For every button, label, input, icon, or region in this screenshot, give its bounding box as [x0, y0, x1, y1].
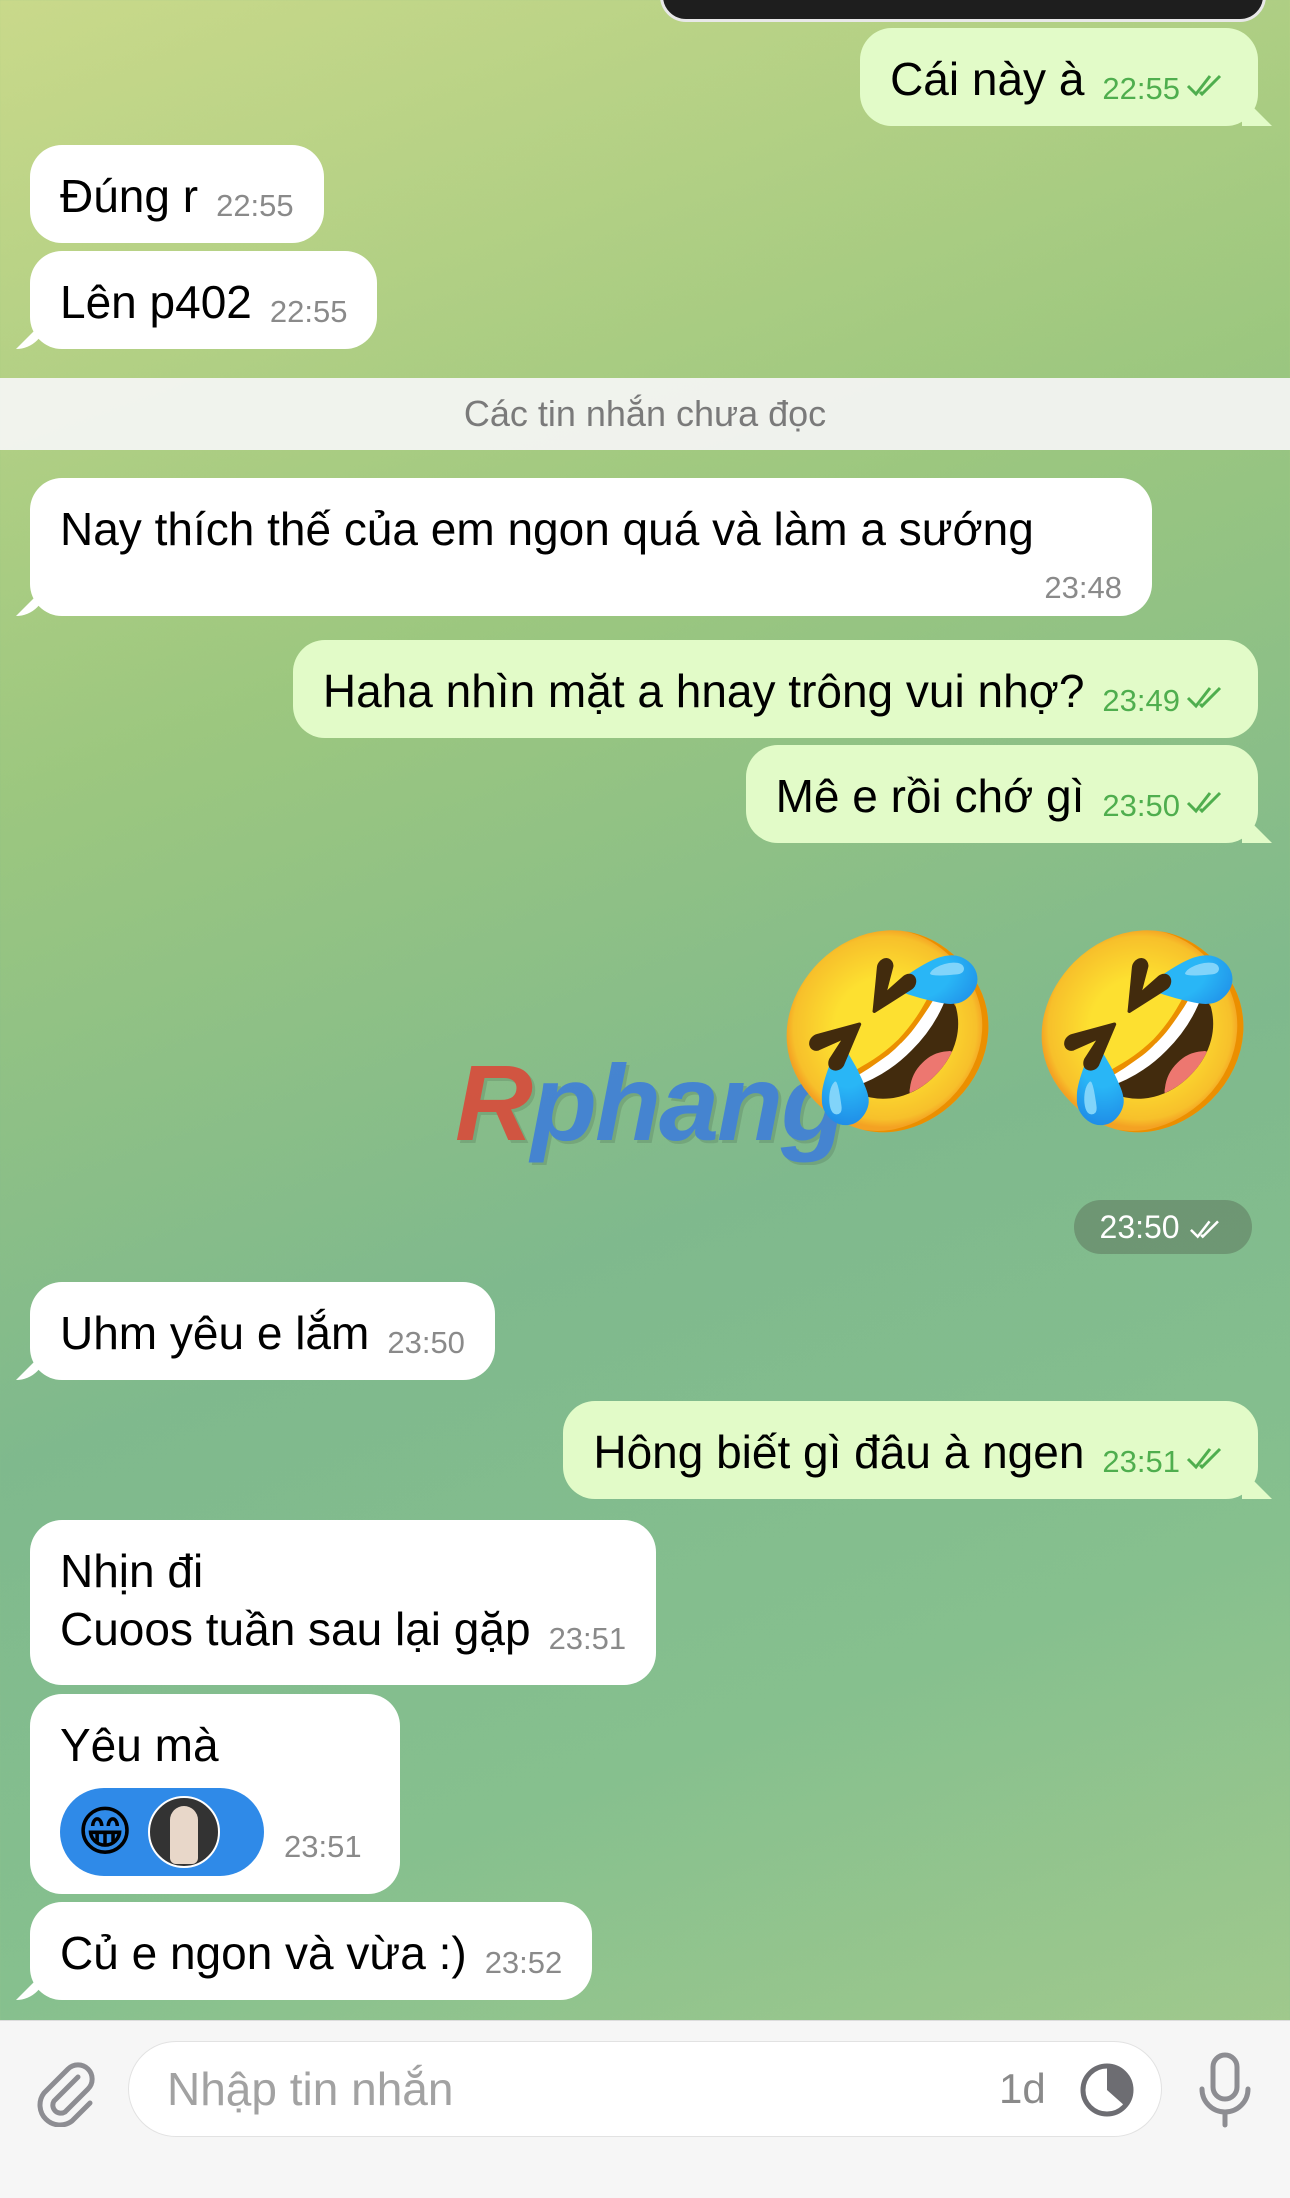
grin-emoji-icon: 😁: [76, 1802, 134, 1862]
message-outgoing[interactable]: Mê e rồi chớ gì 23:50: [745, 745, 1258, 843]
message-incoming[interactable]: Củ e ngon và vừa :) 23:52: [30, 1902, 593, 2000]
message-time: 23:49: [1102, 683, 1180, 718]
message-time: 23:51: [284, 1829, 362, 1864]
message-text: Haha nhìn mặt a hnay trông vui nhợ?: [322, 665, 1085, 717]
message-input-bar: Nhập tin nhắn 1d: [0, 2020, 1290, 2198]
message-time-pill: 23:50: [1074, 1200, 1252, 1254]
message-outgoing[interactable]: Cái này à 22:55: [860, 28, 1258, 126]
message-incoming[interactable]: Uhm yêu e lắm 23:50: [30, 1282, 495, 1380]
message-input[interactable]: Nhập tin nhắn 1d: [128, 2041, 1162, 2137]
message-time: 23:51: [548, 1621, 627, 1656]
message-time: 23:48: [1044, 570, 1122, 605]
message-incoming[interactable]: Nhịn đi Cuoos tuần sau lại gặp 23:51: [30, 1520, 657, 1685]
reaction-pill[interactable]: 😁: [60, 1788, 264, 1876]
message-text: Uhm yêu e lắm: [60, 1307, 370, 1359]
message-time: 22:55: [1102, 71, 1180, 106]
message-text: Lên p402: [60, 276, 252, 328]
message-outgoing[interactable]: Hông biết gì đâu à ngen 23:51: [563, 1401, 1258, 1499]
message-text: Hông biết gì đâu à ngen: [593, 1426, 1085, 1478]
message-text: Đúng r: [60, 170, 199, 222]
message-text: Củ e ngon và vừa :): [60, 1927, 467, 1979]
emoji-message-right[interactable]: 🤣: [1025, 925, 1262, 1140]
message-text: Cái này à: [890, 53, 1085, 105]
timer-icon[interactable]: [1079, 2062, 1135, 2118]
top-overlay-edge: [660, 0, 1266, 22]
message-incoming[interactable]: Lên p402 22:55: [30, 251, 378, 349]
message-line: Cuoos tuần sau lại gặp: [60, 1603, 531, 1655]
message-incoming[interactable]: Yêu mà 😁 23:51: [30, 1694, 400, 1894]
avatar: [148, 1796, 220, 1868]
message-time: 23:50: [387, 1325, 465, 1360]
double-check-icon: [1186, 1447, 1222, 1470]
double-check-icon: [1190, 1220, 1220, 1239]
double-check-icon: [1186, 791, 1222, 814]
message-time: 23:51: [1102, 1444, 1180, 1479]
chat-area[interactable]: Cái này à 22:55 Đúng r 22:55 Lên p402 22:55…: [0, 0, 1290, 2020]
message-text: Mê e rồi chớ gì: [775, 770, 1085, 822]
message-line: Nhịn đi: [60, 1545, 204, 1597]
microphone-icon[interactable]: [1190, 2051, 1260, 2131]
message-outgoing[interactable]: Haha nhìn mặt a hnay trông vui nhợ? 23:49: [292, 640, 1258, 738]
emoji-message-left[interactable]: 🤣: [770, 925, 1007, 1140]
message-incoming[interactable]: Nay thích thế của em ngon quá và làm a s…: [30, 478, 1152, 616]
unread-divider: Các tin nhắn chưa đọc: [0, 378, 1290, 450]
double-check-icon: [1186, 74, 1222, 97]
message-time: 22:55: [269, 294, 348, 329]
message-input-placeholder: Nhập tin nhắn: [167, 2063, 454, 2115]
attach-icon[interactable]: [30, 2057, 100, 2127]
message-incoming[interactable]: Đúng r 22:55: [30, 145, 324, 243]
message-time: 23:52: [484, 1945, 563, 1980]
double-check-icon: [1186, 686, 1222, 709]
message-text: Nay thích thế của em ngon quá và làm a s…: [60, 503, 1034, 555]
message-time: 23:50: [1102, 788, 1180, 823]
message-time: 22:55: [216, 188, 294, 223]
message-text: Yêu mà: [60, 1719, 219, 1771]
self-destruct-timer-label: 1d: [999, 2065, 1046, 2112]
